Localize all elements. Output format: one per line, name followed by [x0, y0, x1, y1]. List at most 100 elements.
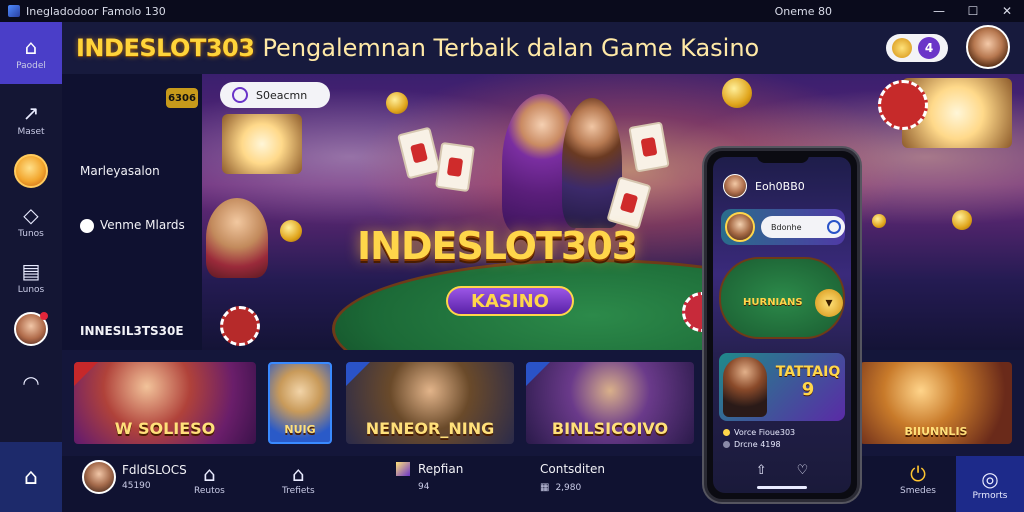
gold-coin: [722, 78, 752, 108]
close-button[interactable]: ✕: [990, 4, 1024, 18]
gold-coin: [280, 220, 302, 242]
game-tile[interactable]: BIIUNNLIS: [860, 362, 1012, 444]
playing-card: [434, 141, 476, 193]
left-sidebar: ⌂ Paodel ↗ Maset ◇ Tunos ▤ Lunos ◠ ⌂: [0, 22, 62, 512]
bottom-user-sub: 45190: [122, 481, 151, 491]
bottom-user[interactable]: FdldSLOCS 45190: [82, 460, 187, 494]
wallet-icon: ▤: [21, 259, 41, 283]
phone-user-name: Eoh0BB0: [755, 179, 805, 193]
phone-user-row[interactable]: Eoh0BB0: [713, 171, 851, 201]
sidebar-item-support[interactable]: ◠: [0, 372, 62, 397]
hero-search-pill[interactable]: S0eacmn: [220, 82, 330, 108]
phone-promo[interactable]: TATTAIQ 9: [719, 353, 845, 421]
character-pirate: [723, 357, 767, 417]
bottom-navigation: FdldSLOCS 45190 ⌂ Reutos ⌂ Trefiets Repf…: [62, 456, 1024, 512]
bag-icon: ⌂: [291, 462, 305, 486]
bottom-item-active[interactable]: ◎ Prmorts: [956, 456, 1024, 512]
contacts-sub-row: ▦ 2,980: [540, 482, 605, 493]
promo-text-2-row[interactable]: Venme Mlards: [80, 218, 185, 233]
top-header: INDESLOT303 Pengalemnan Terbaik dalan Ga…: [62, 22, 1024, 74]
bottom-item-contacts[interactable]: Contsditen ▦ 2,980: [540, 462, 605, 493]
sidebar-item-mascot[interactable]: [0, 154, 62, 188]
search-placeholder: S0eacmn: [256, 88, 308, 102]
phone-card-pill-text: Bdonhe: [771, 222, 802, 232]
game-tile[interactable]: NENEOR_NING: [346, 362, 514, 444]
status-dot: [723, 441, 730, 448]
stadium-light: [222, 114, 302, 174]
refresh-icon: ◎: [981, 467, 999, 491]
game-title: NENEOR_NING: [365, 419, 495, 438]
poker-chip: [220, 306, 260, 346]
home-icon: ⌂: [24, 34, 38, 59]
game-title: BINLSICOIVO: [551, 419, 669, 438]
game-tile[interactable]: W SOLIESO: [74, 362, 256, 444]
leaf-icon: ◇: [23, 203, 39, 227]
playing-card: [396, 126, 442, 180]
search-icon: [232, 87, 248, 103]
minimize-button[interactable]: —: [922, 4, 956, 18]
game-tile[interactable]: NUIG: [268, 362, 332, 444]
sidebar-bottom-home[interactable]: ⌂: [0, 442, 62, 512]
phone-info-1: Vorce Fioue303: [734, 428, 796, 437]
phone-promo-title: TATTAIQ 9: [775, 363, 841, 400]
gold-coin: [952, 210, 972, 230]
promo-column: 6306 Marleyasalon Venme Mlards INNESIL3T…: [62, 74, 202, 350]
grid-icon: ▦: [540, 482, 550, 493]
shield-icon: ⌂: [203, 462, 216, 486]
hero-banner[interactable]: S0eacmn INDESLOT303 KASINO: [202, 74, 1024, 350]
bottom-item-label: Prmorts: [972, 491, 1008, 501]
game-title: BIIUNNLIS: [904, 425, 968, 438]
phone-info: Vorce Fioue303 Drcne 4198: [723, 427, 795, 451]
game-tiles-row: W SOLIESO NUIG NENEOR_NING BINLSICOIVO B…: [62, 350, 1024, 456]
phone-home-indicator: [757, 486, 807, 489]
window-title: Inegladodoor Famolo 130: [26, 4, 166, 18]
phone-info-2: Drcne 4198: [734, 440, 781, 449]
promo-text-1[interactable]: Marleyasalon: [80, 164, 160, 178]
gold-coin: [386, 92, 408, 114]
chevron-down-icon[interactable]: ▾: [815, 289, 843, 317]
sidebar-item-lunos[interactable]: ▤ Lunos: [0, 260, 62, 295]
sidebar-item-label: Paodel: [16, 60, 46, 71]
maximize-button[interactable]: ☐: [956, 4, 990, 18]
game-title: NUIG: [284, 423, 316, 436]
hero-headline: INDESLOT303: [357, 224, 638, 268]
coin-icon: [892, 38, 912, 58]
user-avatar: [725, 212, 755, 242]
sidebar-item-home[interactable]: ⌂ Paodel: [0, 22, 62, 84]
sidebar-item-tunos[interactable]: ◇ Tunos: [0, 204, 62, 239]
bottom-item-reports[interactable]: Repfian 94: [396, 462, 463, 492]
sidebar-item-label: Lunos: [17, 285, 45, 295]
sidebar-item-profile[interactable]: [0, 312, 62, 346]
game-tile[interactable]: BINLSICOIVO: [526, 362, 694, 444]
bottom-item-label: Reutos: [194, 486, 225, 496]
phone-screen: Eoh0BB0 Bdonhe HURNIANS ▾ TATTAIQ 9 Vorc…: [713, 157, 851, 493]
header-user-avatar[interactable]: [966, 25, 1010, 69]
bottom-item-trefiets[interactable]: ⌂ Trefiets: [282, 462, 315, 496]
phone-promo-line2: 9: [801, 379, 815, 400]
sidebar-item-market[interactable]: ↗ Maset: [0, 102, 62, 137]
brand-logo[interactable]: INDESLOT303: [76, 34, 255, 62]
kasino-badge[interactable]: KASINO: [446, 286, 574, 316]
contacts-sub: 2,980: [555, 482, 582, 493]
reports-sub: 94: [418, 482, 430, 492]
balance-widget[interactable]: 4: [886, 34, 948, 62]
info-icon: [827, 220, 841, 234]
sidebar-item-label: Tunos: [18, 229, 44, 239]
promo-text-3[interactable]: INNESIL3TS30E: [80, 324, 184, 338]
promo-badge: 6306: [166, 88, 198, 108]
phone-table[interactable]: HURNIANS ▾: [719, 257, 845, 339]
sidebar-item-label: Maset: [17, 127, 45, 137]
bottom-item-power[interactable]: ⏻ Smedes: [900, 462, 936, 496]
phone-card-pill[interactable]: Bdonhe: [761, 216, 845, 238]
phone-card[interactable]: Bdonhe: [721, 209, 845, 245]
bottom-item-label: Smedes: [900, 486, 936, 496]
game-title: W SOLIESO: [114, 419, 216, 438]
phone-promo-line1: TATTAIQ: [775, 364, 841, 380]
tag-corner: [74, 362, 98, 386]
user-avatar: [723, 174, 747, 198]
phone-notch: [757, 151, 809, 163]
promo-text-2: Venme Mlards: [100, 218, 185, 232]
user-avatar: [82, 460, 116, 494]
app-icon: [8, 5, 20, 17]
bottom-item-reutos[interactable]: ⌂ Reutos: [194, 462, 225, 496]
